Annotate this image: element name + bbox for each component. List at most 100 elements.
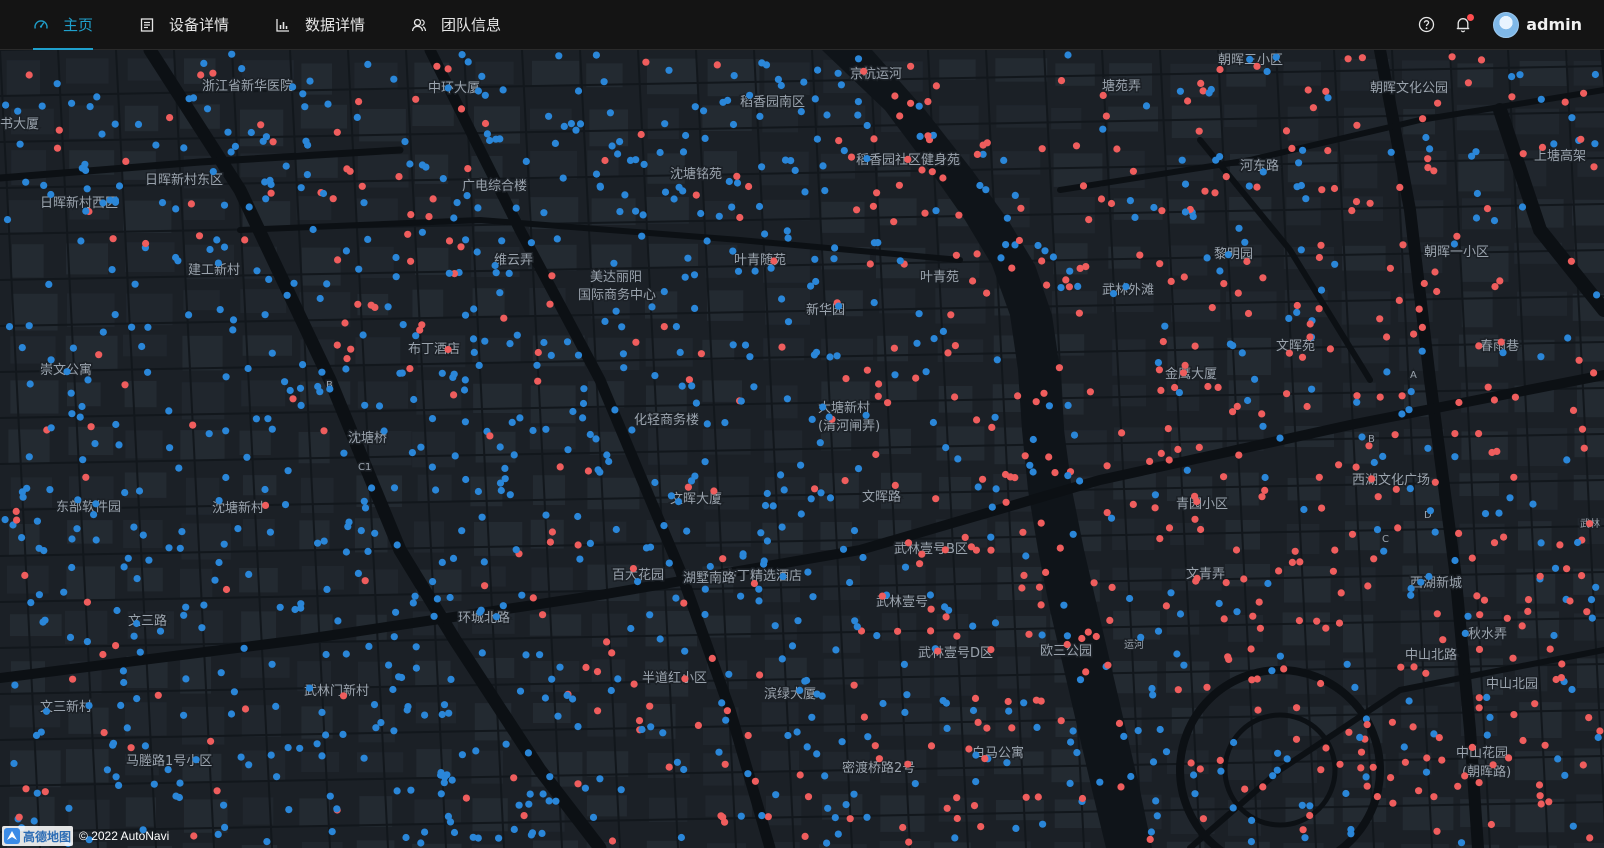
device-marker[interactable] <box>1282 127 1291 135</box>
device-marker[interactable] <box>586 430 594 439</box>
device-marker[interactable] <box>364 235 372 243</box>
device-marker[interactable] <box>1032 398 1040 406</box>
device-marker[interactable] <box>791 166 799 174</box>
device-marker[interactable] <box>1104 661 1112 669</box>
device-marker[interactable] <box>1487 820 1495 829</box>
device-marker[interactable] <box>32 731 41 740</box>
device-marker[interactable] <box>1322 624 1330 632</box>
device-marker[interactable] <box>539 790 547 798</box>
device-marker[interactable] <box>1537 353 1545 361</box>
device-marker[interactable] <box>214 830 222 839</box>
device-marker[interactable] <box>1477 56 1486 64</box>
device-marker[interactable] <box>240 644 248 652</box>
device-marker[interactable] <box>322 731 330 739</box>
device-marker[interactable] <box>541 694 550 702</box>
device-marker[interactable] <box>1490 396 1498 404</box>
device-marker[interactable] <box>483 130 491 138</box>
device-marker[interactable] <box>1336 760 1344 768</box>
device-marker[interactable] <box>1531 700 1539 708</box>
device-marker[interactable] <box>462 475 470 484</box>
device-marker[interactable] <box>429 578 437 586</box>
device-marker[interactable] <box>355 265 363 273</box>
device-marker[interactable] <box>1561 771 1569 780</box>
device-marker[interactable] <box>538 829 546 838</box>
device-marker[interactable] <box>1357 748 1366 756</box>
device-marker[interactable] <box>612 307 620 315</box>
device-marker[interactable] <box>763 489 771 498</box>
device-marker[interactable] <box>1519 150 1527 158</box>
device-marker[interactable] <box>418 321 426 329</box>
device-marker[interactable] <box>407 257 415 265</box>
device-marker[interactable] <box>227 148 235 156</box>
device-marker[interactable] <box>1261 473 1269 482</box>
device-marker[interactable] <box>1174 686 1182 694</box>
device-marker[interactable] <box>1204 382 1212 391</box>
device-marker[interactable] <box>444 345 452 354</box>
device-marker[interactable] <box>39 618 47 626</box>
device-marker[interactable] <box>907 99 915 107</box>
device-marker[interactable] <box>733 179 742 187</box>
device-marker[interactable] <box>974 718 982 727</box>
device-marker[interactable] <box>463 192 471 200</box>
device-marker[interactable] <box>834 69 842 77</box>
device-marker[interactable] <box>1241 238 1249 246</box>
device-marker[interactable] <box>988 423 996 431</box>
device-marker[interactable] <box>1099 125 1107 133</box>
device-marker[interactable] <box>41 788 49 796</box>
device-marker[interactable] <box>1042 568 1050 577</box>
device-marker[interactable] <box>1205 89 1213 97</box>
device-marker[interactable] <box>69 675 77 683</box>
device-marker[interactable] <box>1563 456 1571 464</box>
device-marker[interactable] <box>939 327 948 335</box>
device-marker[interactable] <box>688 382 696 390</box>
device-marker[interactable] <box>1303 402 1311 411</box>
device-marker[interactable] <box>1072 142 1081 150</box>
device-marker[interactable] <box>339 692 348 700</box>
device-marker[interactable] <box>873 632 881 640</box>
device-marker[interactable] <box>12 507 20 515</box>
device-marker[interactable] <box>440 701 449 709</box>
device-marker[interactable] <box>359 331 367 339</box>
device-marker[interactable] <box>1510 711 1518 719</box>
device-marker[interactable] <box>1195 127 1203 135</box>
device-marker[interactable] <box>1197 79 1205 87</box>
device-marker[interactable] <box>1069 530 1077 538</box>
device-marker[interactable] <box>1556 541 1564 549</box>
device-marker[interactable] <box>574 351 583 359</box>
device-marker[interactable] <box>1324 147 1332 155</box>
device-marker[interactable] <box>1253 183 1261 191</box>
device-marker[interactable] <box>245 761 253 769</box>
device-marker[interactable] <box>1038 631 1046 639</box>
device-marker[interactable] <box>486 136 494 145</box>
device-marker[interactable] <box>1222 579 1230 587</box>
device-marker[interactable] <box>346 167 354 175</box>
device-marker[interactable] <box>1161 322 1169 330</box>
device-marker[interactable] <box>453 199 461 207</box>
device-marker[interactable] <box>859 553 867 562</box>
device-marker[interactable] <box>1342 789 1350 798</box>
device-marker[interactable] <box>496 443 504 451</box>
device-marker[interactable] <box>1496 277 1504 285</box>
device-marker[interactable] <box>1189 212 1197 221</box>
device-marker[interactable] <box>1011 191 1019 199</box>
device-marker[interactable] <box>354 300 362 308</box>
device-marker[interactable] <box>492 613 500 621</box>
device-marker[interactable] <box>788 642 797 650</box>
device-marker[interactable] <box>811 485 819 493</box>
device-marker[interactable] <box>741 341 750 349</box>
device-marker[interactable] <box>267 180 275 189</box>
device-marker[interactable] <box>185 95 193 103</box>
device-marker[interactable] <box>392 273 400 281</box>
device-marker[interactable] <box>450 391 458 399</box>
device-marker[interactable] <box>574 723 582 731</box>
device-marker[interactable] <box>1129 500 1137 508</box>
device-marker[interactable] <box>554 712 562 720</box>
device-marker[interactable] <box>1162 748 1171 756</box>
device-marker[interactable] <box>1002 241 1010 249</box>
device-marker[interactable] <box>701 458 709 466</box>
device-marker[interactable] <box>411 592 419 600</box>
device-marker[interactable] <box>804 793 813 801</box>
device-marker[interactable] <box>729 341 737 349</box>
device-marker[interactable] <box>69 344 77 352</box>
device-marker[interactable] <box>736 213 744 222</box>
